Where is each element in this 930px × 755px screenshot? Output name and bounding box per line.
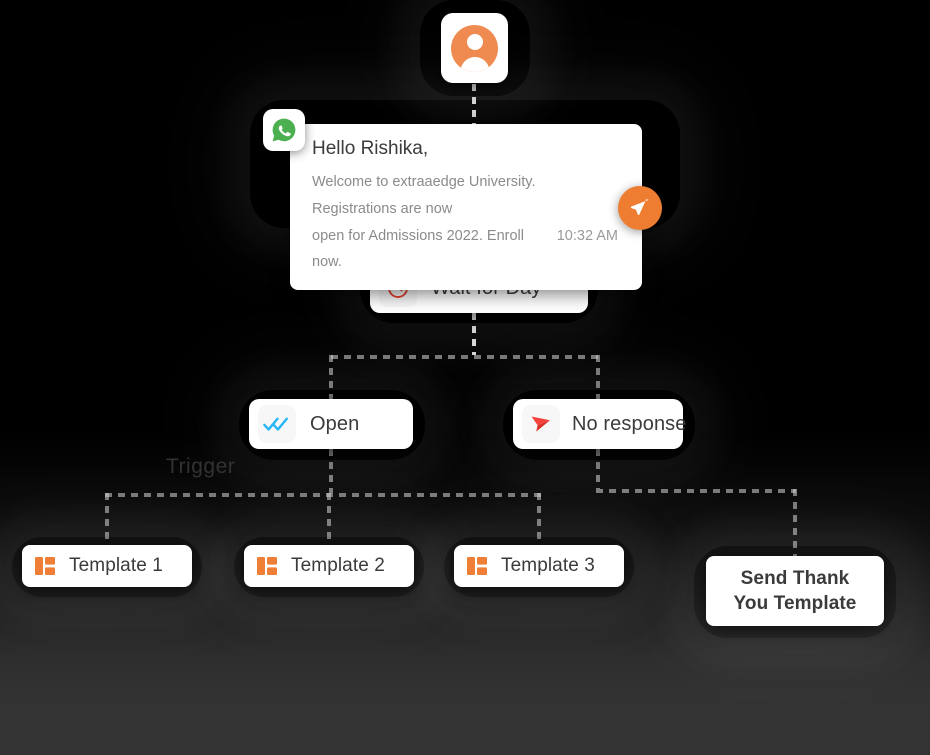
grid-blocks-icon	[464, 553, 490, 579]
flow-canvas: Trigger Hello Rishika, Welcome to extraa…	[0, 0, 930, 755]
branch-node-open[interactable]: Open	[249, 399, 413, 449]
send-thank-you-template-node[interactable]: Send Thank You Template	[706, 556, 884, 626]
trigger-node[interactable]	[441, 13, 508, 83]
connector-to-template-1	[105, 493, 109, 545]
connector-to-template-3	[537, 493, 541, 545]
no-response-arrow-icon	[522, 405, 560, 443]
user-avatar-icon	[451, 24, 498, 72]
thank-you-line-1: Send Thank	[740, 567, 850, 589]
grid-blocks-icon	[32, 553, 58, 579]
connector-noresponse-across	[596, 489, 796, 493]
double-check-icon	[258, 405, 296, 443]
connector-branch-bar	[331, 355, 599, 359]
whatsapp-message-card[interactable]: Hello Rishika, Welcome to extraaedge Uni…	[290, 124, 642, 291]
connector-to-template-2	[327, 493, 331, 545]
template-label-3: Template 3	[501, 555, 595, 576]
message-timestamp: 10:32 AM	[556, 227, 618, 244]
branch-node-no-response[interactable]: No response	[513, 399, 686, 449]
message-body-line-2: open for Admissions 2022. Enroll now.	[312, 227, 524, 271]
message-body: Welcome to extraaedge University. Regist…	[312, 169, 624, 276]
thank-you-label: Send Thank You Template	[734, 566, 857, 616]
connector-templates-bar	[105, 493, 541, 497]
connector-branch-to-noresponse	[596, 355, 600, 399]
whatsapp-icon	[263, 109, 305, 151]
connector-open-down	[329, 449, 333, 493]
branch-label-no-response: No response	[572, 412, 687, 435]
connector-wait-to-branch	[472, 313, 476, 355]
branch-label-open: Open	[310, 412, 360, 435]
thank-you-line-2: You Template	[733, 593, 857, 614]
connector-trigger-to-message	[472, 84, 476, 124]
template-label-2: Template 2	[291, 555, 385, 576]
send-button[interactable]	[618, 186, 662, 230]
connector-noresponse-down	[596, 449, 600, 489]
message-greeting: Hello Rishika,	[312, 138, 429, 159]
grid-blocks-icon	[254, 553, 280, 579]
artifact-ghost-text: Trigger	[166, 455, 236, 478]
send-paper-plane-icon	[630, 198, 649, 216]
template-node-3[interactable]: Template 3	[454, 545, 624, 587]
connector-branch-to-open	[329, 355, 333, 399]
template-label-1: Template 1	[69, 555, 163, 576]
template-node-1[interactable]: Template 1	[22, 545, 192, 587]
connector-to-thank-you	[793, 489, 797, 556]
template-node-2[interactable]: Template 2	[244, 545, 414, 587]
message-body-line-1: Welcome to extraaedge University. Regist…	[312, 174, 536, 217]
